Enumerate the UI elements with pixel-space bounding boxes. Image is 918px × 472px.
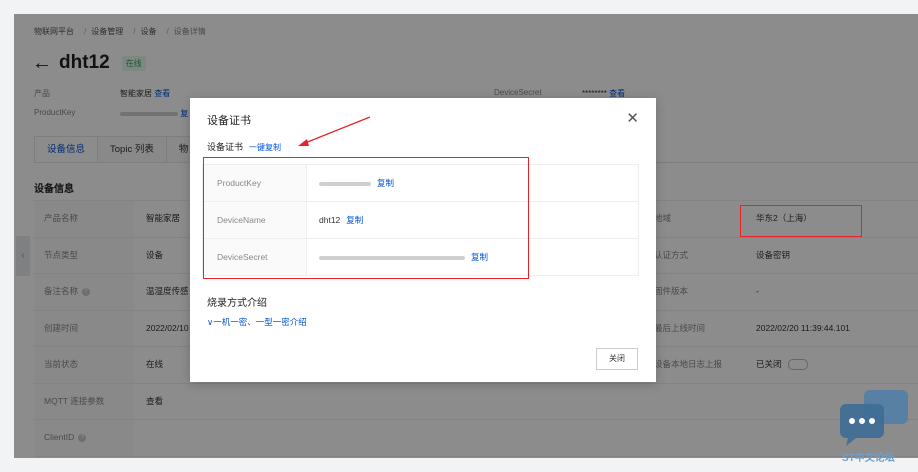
cert-section-label: 设备证书 一键复制 — [207, 140, 281, 153]
burn-method-link[interactable]: ∨一机一密、一型一密介绍 — [207, 316, 307, 328]
watermark-chat-icon — [840, 390, 908, 446]
copy-all-link[interactable]: 一键复制 — [249, 143, 281, 152]
burn-method-title: 烧录方式介绍 — [207, 298, 267, 309]
close-button[interactable]: 关闭 — [596, 348, 638, 370]
modal-title: 设备证书 — [207, 115, 251, 127]
cert-label-text: 设备证书 — [207, 142, 244, 152]
annotation-red-box-cert — [203, 157, 529, 279]
burn-method-link-text: 一机一密、一型一密介绍 — [213, 317, 307, 327]
watermark-text: ST中文论坛 — [842, 453, 895, 464]
annotation-red-box-region — [740, 205, 862, 237]
close-icon[interactable]: ✕ — [626, 109, 639, 127]
